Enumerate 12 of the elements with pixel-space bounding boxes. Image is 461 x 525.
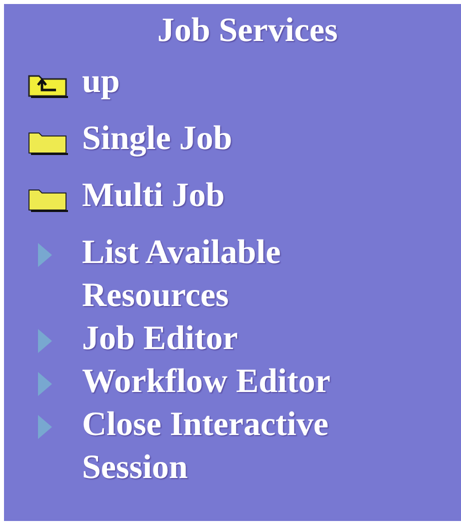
menu-link[interactable]: List Available Resources xyxy=(82,231,402,317)
menu-link[interactable]: Job Editor xyxy=(82,317,402,360)
triangle-icon xyxy=(38,329,52,353)
menu-link[interactable]: Multi Job xyxy=(82,174,402,217)
menu-link[interactable]: up xyxy=(82,60,402,103)
triangle-icon xyxy=(38,415,52,439)
triangle-icon xyxy=(38,372,52,396)
menu-link[interactable]: Workflow Editor xyxy=(82,360,402,403)
menu-link[interactable]: Close Interactive Session xyxy=(82,403,402,489)
panel-title: Job Services xyxy=(156,12,339,50)
triangle-icon xyxy=(38,243,52,267)
menu-link[interactable]: Single Job xyxy=(82,117,402,160)
